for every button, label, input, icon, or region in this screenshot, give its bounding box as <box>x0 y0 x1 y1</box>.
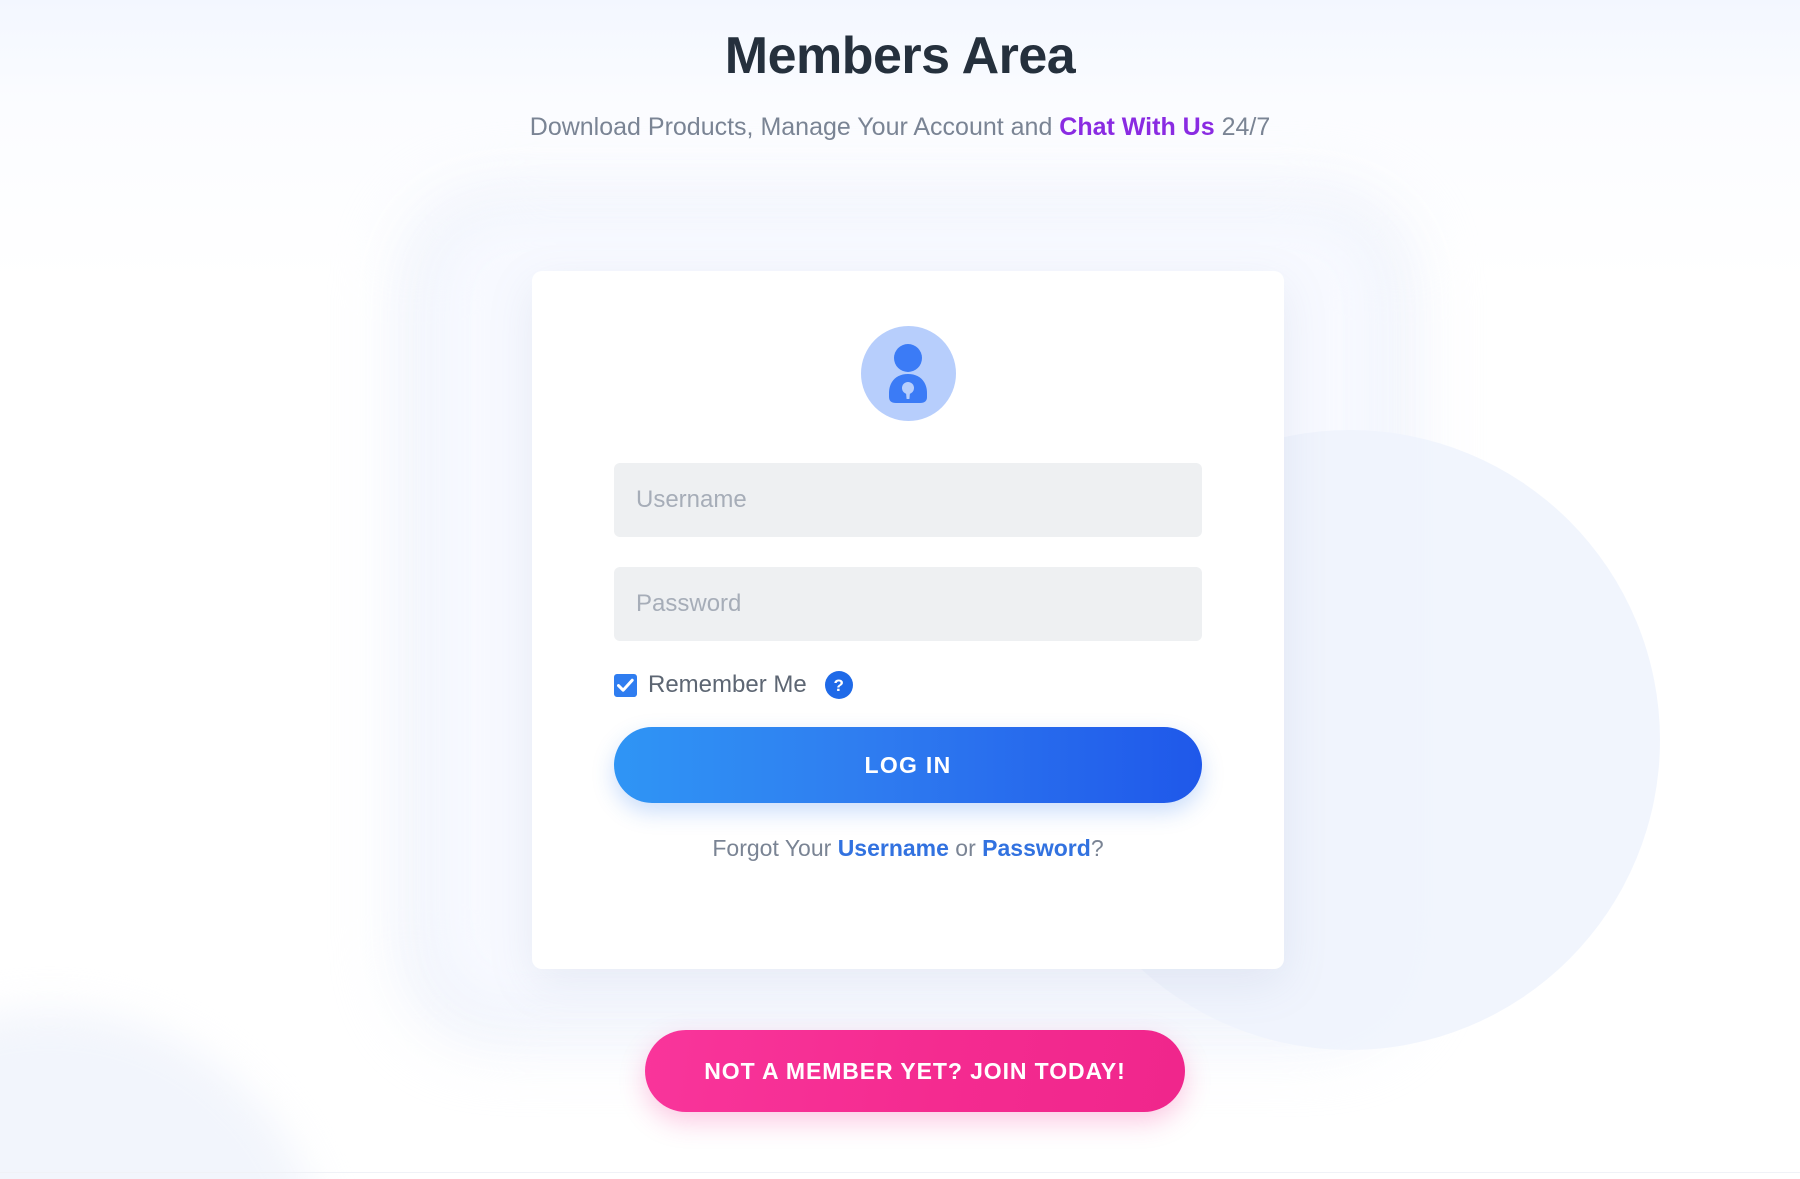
remember-me-row: Remember Me ? <box>614 671 1202 699</box>
forgot-credentials-text: Forgot Your Username or Password? <box>614 835 1202 862</box>
forgot-username-link[interactable]: Username <box>838 835 949 861</box>
members-area-page: Members Area Download Products, Manage Y… <box>0 0 1800 1179</box>
remember-me-checkbox[interactable] <box>614 673 637 697</box>
user-lock-avatar-icon <box>860 326 956 421</box>
chat-with-us-link[interactable]: Chat With Us <box>1059 113 1214 141</box>
login-button[interactable]: LOG IN <box>614 727 1202 803</box>
forgot-prefix-text: Forgot Your <box>712 835 838 861</box>
forgot-suffix-text: ? <box>1090 835 1104 861</box>
username-input[interactable] <box>614 463 1202 537</box>
page-subtitle: Download Products, Manage Your Account a… <box>530 111 1270 144</box>
page-title: Members Area <box>724 27 1076 85</box>
forgot-separator-text: or <box>948 835 983 861</box>
login-card-wrapper: Remember Me ? LOG IN Forgot Your Usernam… <box>532 271 1284 969</box>
subtitle-prefix-text: Download Products, Manage Your Account a… <box>529 112 1060 141</box>
help-question-icon[interactable]: ? <box>824 671 853 699</box>
login-card: Remember Me ? LOG IN Forgot Your Usernam… <box>532 271 1284 969</box>
password-input[interactable] <box>614 567 1202 641</box>
subtitle-suffix-text: 24/7 <box>1214 112 1271 141</box>
remember-me-label[interactable]: Remember Me <box>648 671 807 699</box>
forgot-password-link[interactable]: Password <box>982 835 1091 861</box>
join-today-button[interactable]: NOT A MEMBER YET? JOIN TODAY! <box>645 1030 1185 1112</box>
